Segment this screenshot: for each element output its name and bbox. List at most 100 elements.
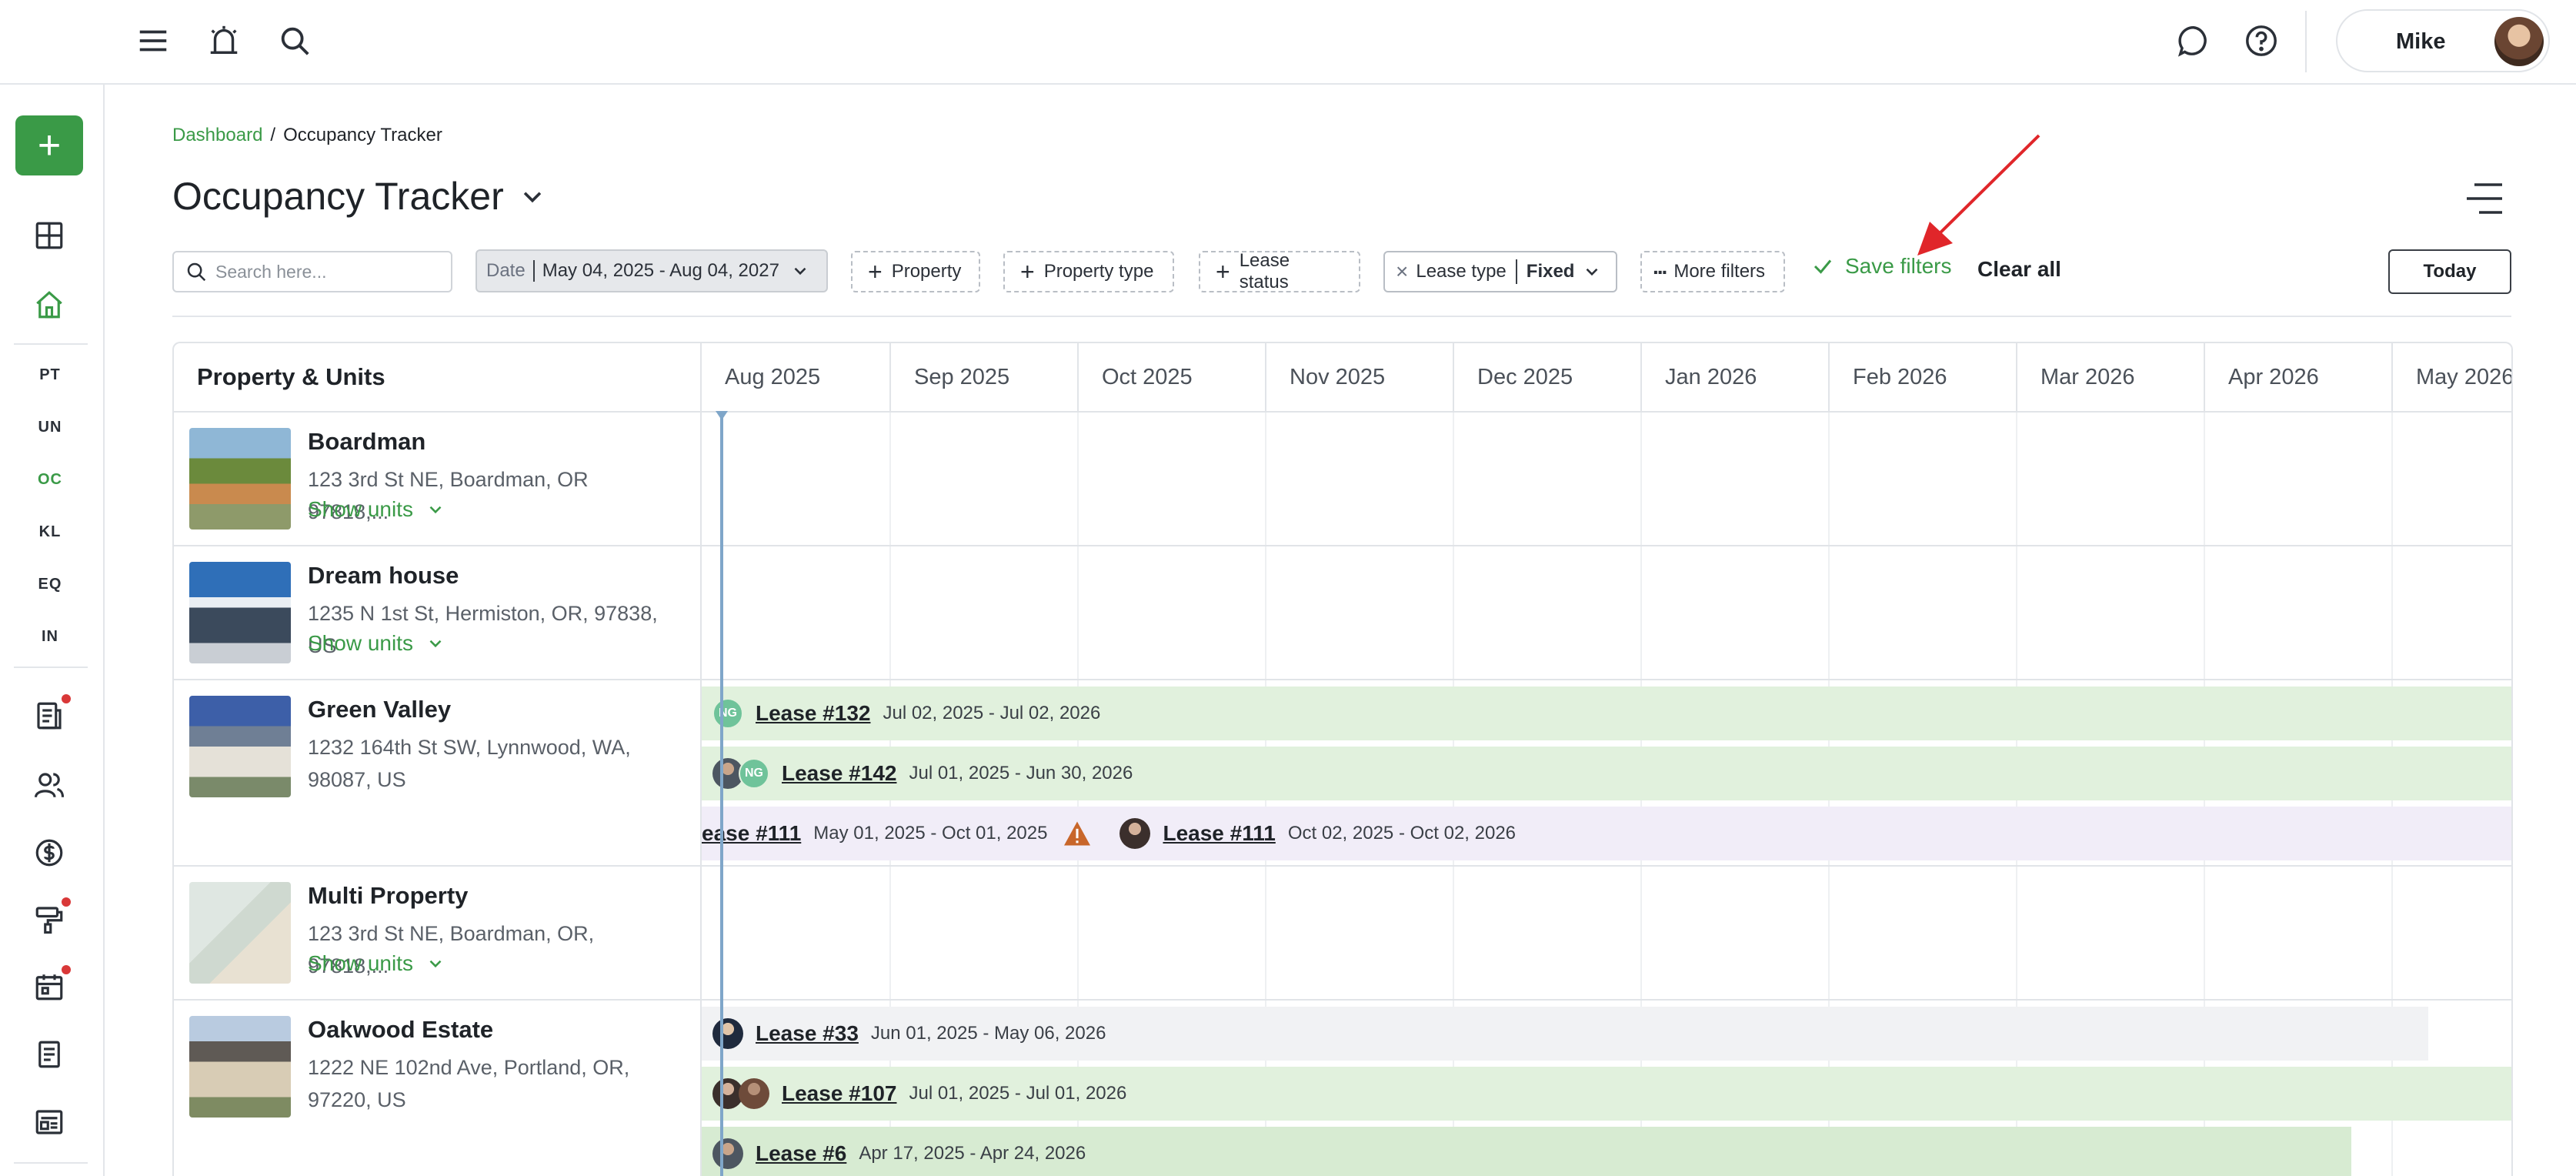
warning-icon xyxy=(1064,821,1091,846)
show-units-toggle[interactable]: Show units xyxy=(308,497,445,522)
lease-type-filter-value: Fixed xyxy=(1526,261,1575,282)
alarm-icon[interactable] xyxy=(200,17,248,65)
check-icon xyxy=(1814,259,1832,274)
property-image xyxy=(189,428,291,530)
lease-bar[interactable]: NG Lease #142 Jul 01, 2025 - Jun 30, 202… xyxy=(702,747,2511,800)
lease-link[interactable]: Lease #107 xyxy=(782,1081,896,1106)
lease-bar[interactable]: Lease #107 Jul 01, 2025 - Jul 01, 2026 xyxy=(702,1067,2511,1121)
tenant-avatar xyxy=(1119,818,1151,849)
more-filters-label: More filters xyxy=(1673,261,1766,282)
topbar-divider xyxy=(2305,11,2307,72)
sidebar-item-un[interactable]: UN xyxy=(0,419,100,436)
chevron-down-icon xyxy=(1587,268,1598,276)
view-options-icon[interactable] xyxy=(2464,182,2505,215)
show-units-toggle[interactable]: Show units xyxy=(308,951,445,976)
help-icon[interactable] xyxy=(2237,17,2285,65)
plus-icon: + xyxy=(1020,258,1035,286)
lease-link[interactable]: Lease #142 xyxy=(782,761,896,786)
lease-bar[interactable]: ease #111 May 01, 2025 - Oct 01, 2025 Le… xyxy=(702,807,2511,860)
search-icon xyxy=(187,262,206,282)
add-label: + xyxy=(37,123,62,168)
tenant-avatar: NG xyxy=(712,698,743,729)
property-address: 1232 164th St SW, Lynnwood, WA, 98087, U… xyxy=(308,736,631,791)
month-header: May 2026 xyxy=(2391,343,2511,413)
notification-dot xyxy=(62,965,71,974)
lease-link[interactable]: Lease #132 xyxy=(756,701,870,726)
lease-bar[interactable]: Lease #33 Jun 01, 2025 - May 06, 2026 xyxy=(702,1007,2428,1061)
lease-link[interactable]: Lease #111 xyxy=(1163,821,1275,846)
chevron-down-icon xyxy=(429,506,442,514)
top-bar: Mike xyxy=(0,0,2576,85)
chevron-down-icon xyxy=(523,192,541,203)
property-row-boardman: Boardman 123 3rd St NE, Boardman, OR 978… xyxy=(174,413,2511,546)
today-button[interactable]: Today xyxy=(2388,249,2511,294)
property-type-filter-label: Property type xyxy=(1043,261,1154,282)
property-row-oakwood-estate: Oakwood Estate 1222 NE 102nd Ave, Portla… xyxy=(174,1001,2511,1176)
breadcrumb-current: Occupancy Tracker xyxy=(283,125,442,145)
lease-status-filter[interactable]: + Lease status xyxy=(1199,250,1360,292)
property-row-dream-house: Dream house 1235 N 1st St, Hermiston, OR… xyxy=(174,546,2511,680)
lease-link[interactable]: Lease #6 xyxy=(756,1141,846,1166)
property-units-column-title: Property & Units xyxy=(197,363,385,390)
lease-link[interactable]: Lease #33 xyxy=(756,1021,859,1046)
month-header: Nov 2025 xyxy=(1265,343,1453,413)
month-header: Apr 2026 xyxy=(2204,343,2391,413)
property-name[interactable]: Dream house xyxy=(308,562,459,590)
show-units-label: Show units xyxy=(308,951,413,975)
date-filter[interactable]: Date May 04, 2025 - Aug 04, 2027 xyxy=(475,249,828,292)
plus-icon: + xyxy=(1216,258,1230,286)
month-header: Mar 2026 xyxy=(2016,343,2204,413)
property-image xyxy=(189,562,291,663)
property-name[interactable]: Multi Property xyxy=(308,882,468,910)
property-cell: Green Valley 1232 164th St SW, Lynnwood,… xyxy=(174,680,700,865)
accounting-icon[interactable] xyxy=(26,830,72,876)
property-name[interactable]: Oakwood Estate xyxy=(308,1016,493,1044)
lease-status-filter-label: Lease status xyxy=(1239,250,1290,292)
property-image xyxy=(189,882,291,984)
search-box xyxy=(172,251,452,292)
left-sidebar: + PT UN OC KL EQ IN xyxy=(0,0,105,1176)
show-units-label: Show units xyxy=(308,631,413,655)
breadcrumb-dashboard-link[interactable]: Dashboard xyxy=(172,125,262,145)
property-name[interactable]: Green Valley xyxy=(308,696,451,723)
listings-icon[interactable] xyxy=(26,1099,72,1145)
lease-type-filter[interactable]: × Lease type Fixed xyxy=(1383,251,1617,292)
property-type-filter[interactable]: + Property type xyxy=(1003,251,1174,292)
chat-icon[interactable] xyxy=(2170,17,2217,65)
add-new-button[interactable]: + xyxy=(15,115,83,175)
user-menu[interactable]: Mike xyxy=(2336,9,2550,72)
avatar xyxy=(2494,17,2544,66)
contacts-icon[interactable] xyxy=(26,762,72,808)
tenant-avatar xyxy=(712,1018,743,1049)
ellipsis-icon: ... xyxy=(1653,255,1667,279)
sidebar-item-kl[interactable]: KL xyxy=(0,523,100,541)
sidebar-divider xyxy=(14,667,88,668)
page-title-dropdown[interactable]: Occupancy Tracker xyxy=(172,174,546,219)
property-row-multi-property: Multi Property 123 3rd St NE, Boardman, … xyxy=(174,867,2511,1001)
dashboard-icon[interactable] xyxy=(26,212,72,259)
menu-icon[interactable] xyxy=(129,17,177,65)
property-image xyxy=(189,696,291,797)
property-filter[interactable]: + Property xyxy=(851,251,980,292)
more-filters-button[interactable]: ... More filters xyxy=(1640,251,1785,292)
show-units-toggle[interactable]: Show units xyxy=(308,631,445,656)
documents-icon[interactable] xyxy=(26,1031,72,1077)
property-name[interactable]: Boardman xyxy=(308,428,425,456)
sidebar-item-oc[interactable]: OC xyxy=(0,471,100,489)
home-icon[interactable] xyxy=(26,282,72,328)
sidebar-item-pt[interactable]: PT xyxy=(0,366,100,384)
search-input[interactable] xyxy=(215,261,439,282)
tenant-avatar xyxy=(712,1138,743,1169)
remove-filter-icon[interactable]: × xyxy=(1396,259,1408,284)
tenant-avatar: NG xyxy=(739,758,769,789)
lease-bar[interactable]: Lease #6 Apr 17, 2025 - Apr 24, 2026 xyxy=(702,1127,2351,1176)
sidebar-item-eq[interactable]: EQ xyxy=(0,576,100,593)
date-filter-value: May 04, 2025 - Aug 04, 2027 xyxy=(542,260,779,281)
sidebar-item-in[interactable]: IN xyxy=(0,628,100,646)
search-icon[interactable] xyxy=(271,17,319,65)
timeline-header: Property & Units Aug 2025 Sep 2025 Oct 2… xyxy=(174,343,2511,413)
property-cell: Boardman 123 3rd St NE, Boardman, OR 978… xyxy=(174,413,700,545)
lease-bar[interactable]: NG Lease #132 Jul 02, 2025 - Jul 02, 202… xyxy=(702,687,2511,740)
show-units-label: Show units xyxy=(308,497,413,521)
lease-link[interactable]: ease #111 xyxy=(702,821,801,846)
